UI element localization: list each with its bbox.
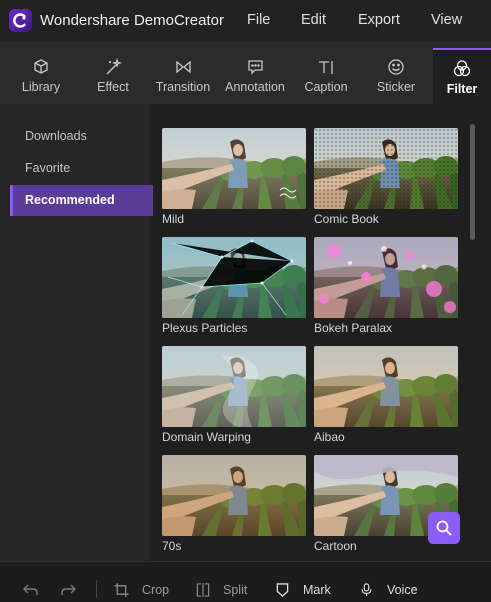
filter-name: Mild (162, 212, 185, 226)
title-bar: Wondershare DemoCreator File Edit Export… (0, 0, 491, 42)
tab-label: Filter (446, 82, 478, 96)
tab-caption[interactable]: Caption (291, 48, 361, 104)
filter-name: Cartoon (314, 539, 357, 553)
filter-name: Plexus Particles (162, 321, 248, 335)
tab-effect[interactable]: Effect (78, 48, 148, 104)
filter-name: 70s (162, 539, 182, 553)
filter-thumbnail (162, 237, 306, 318)
sidebar-item-label: Recommended (25, 193, 115, 207)
app-title: Wondershare DemoCreator (40, 12, 224, 29)
overlapping-circles-icon (433, 60, 491, 78)
speech-bubble-icon (220, 58, 290, 76)
menu-view[interactable]: View (431, 12, 462, 28)
voice-button[interactable]: Voice (387, 583, 418, 597)
sidebar-item-favorite[interactable]: Favorite (10, 153, 150, 184)
filter-thumbnail (162, 455, 306, 536)
scrollbar[interactable] (470, 124, 475, 240)
filter-thumbnail (314, 346, 458, 427)
sidebar-item-recommended[interactable]: Recommended (10, 185, 153, 216)
filter-name: Aibao (314, 430, 345, 444)
mark-button[interactable]: Mark (303, 583, 331, 597)
filter-name: Comic Book (314, 212, 379, 226)
app-logo-icon (9, 9, 32, 32)
filter-name: Bokeh Paralax (314, 321, 393, 335)
text-cursor-icon (291, 58, 361, 76)
tab-label: Transition (155, 80, 211, 94)
sidebar-item-downloads[interactable]: Downloads (10, 121, 150, 152)
smiley-icon (361, 58, 431, 76)
tab-label: Library (21, 80, 61, 94)
filter-name: Domain Warping (162, 430, 251, 444)
menu-export[interactable]: Export (358, 12, 400, 28)
filter-thumbnail (162, 346, 306, 427)
magic-wand-icon (78, 57, 148, 76)
split-icon[interactable] (195, 583, 211, 597)
redo-icon[interactable] (60, 583, 76, 597)
divider (96, 580, 97, 598)
cube-icon (6, 58, 76, 76)
tab-library[interactable]: Library (6, 48, 76, 104)
sidebar-item-label: Favorite (25, 161, 71, 175)
search-icon (436, 520, 452, 536)
filter-thumbnail (314, 128, 458, 209)
search-button[interactable] (428, 512, 460, 544)
split-button[interactable]: Split (223, 583, 247, 597)
crop-icon[interactable] (114, 583, 129, 597)
sidebar-item-label: Downloads (25, 129, 87, 143)
filter-thumbnail (162, 128, 306, 209)
tab-sticker[interactable]: Sticker (361, 48, 431, 104)
tab-transition[interactable]: Transition (148, 48, 218, 104)
microphone-icon[interactable] (360, 583, 373, 597)
mark-icon[interactable] (276, 583, 289, 597)
tab-label: Annotation (225, 80, 285, 94)
tab-label: Effect (97, 80, 129, 94)
bowtie-icon (148, 58, 218, 76)
menu-file[interactable]: File (247, 12, 270, 28)
tab-annotation[interactable]: Annotation (220, 48, 290, 104)
tab-label: Caption (304, 80, 348, 94)
undo-icon[interactable] (23, 583, 39, 597)
menu-edit[interactable]: Edit (301, 12, 326, 28)
filter-thumbnail (314, 237, 458, 318)
crop-button[interactable]: Crop (142, 583, 169, 597)
tab-filter[interactable]: Filter (433, 48, 491, 106)
tab-label: Sticker (376, 80, 416, 94)
